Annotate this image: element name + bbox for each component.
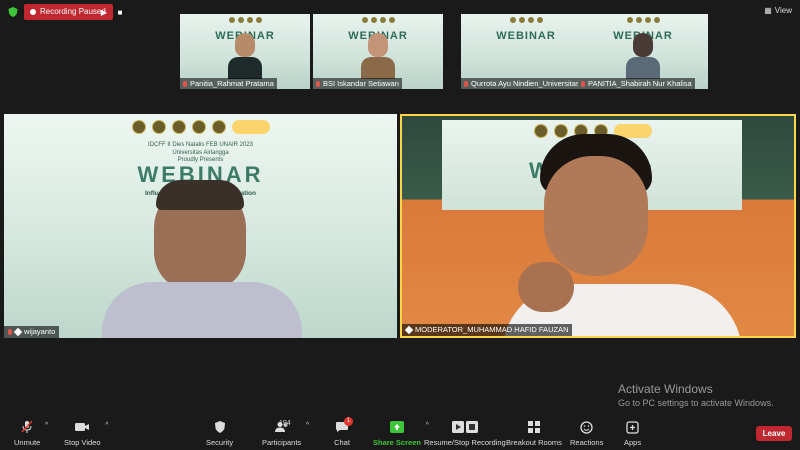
chat-unread-badge: 1 bbox=[344, 417, 353, 426]
breakout-rooms-label: Breakout Rooms bbox=[506, 438, 562, 447]
breakout-rooms-icon bbox=[526, 420, 542, 434]
brand-logo bbox=[232, 120, 270, 134]
stop-recording-icon[interactable]: ■ bbox=[113, 4, 127, 20]
participants-button[interactable]: 194 Participants ^ bbox=[262, 420, 309, 447]
chat-button[interactable]: 1 Chat bbox=[334, 417, 353, 447]
banner-university: Universitas Airlangga bbox=[172, 150, 229, 156]
pin-icon bbox=[13, 327, 23, 337]
participants-count: 194 bbox=[279, 420, 291, 427]
stop-video-label: Stop Video bbox=[64, 438, 101, 447]
meeting-toolbar: Unmute ^ Stop Video ^ Security 194 Parti… bbox=[0, 414, 800, 450]
smiley-icon bbox=[579, 420, 595, 434]
recording-label: Resume/Stop Recording bbox=[424, 438, 506, 447]
muted-mic-icon bbox=[581, 81, 585, 87]
participant-tile[interactable]: WEBINAR Panitia_Rahmat Pratama bbox=[180, 14, 310, 89]
breakout-rooms-button[interactable]: Breakout Rooms bbox=[506, 420, 562, 447]
participant-name: MODERATOR_MUHAMMAD HAFID FAUZAN bbox=[415, 325, 569, 334]
muted-mic-icon bbox=[19, 420, 35, 434]
participant-name: wijayanto bbox=[24, 327, 56, 336]
resume-recording-icon[interactable]: ▶ bbox=[97, 4, 111, 20]
participant-tile[interactable]: WEBINAR BSI Iskandar Setiawan bbox=[313, 14, 443, 89]
apps-label: Apps bbox=[624, 438, 642, 447]
participant-name: Panitia_Rahmat Pratama bbox=[190, 79, 274, 88]
activate-windows-watermark: Activate Windows Go to PC settings to ac… bbox=[618, 382, 774, 408]
banner-pretitle: IDCFF II Dies Natalis FEB UNAIR 2023 bbox=[147, 142, 254, 148]
chevron-up-icon[interactable]: ^ bbox=[105, 422, 108, 429]
security-label: Security bbox=[206, 438, 234, 447]
leave-button[interactable]: Leave bbox=[756, 426, 792, 441]
unmute-label: Unmute bbox=[14, 438, 41, 447]
sponsor-logos bbox=[611, 17, 676, 23]
speaker-video bbox=[84, 174, 304, 338]
apps-icon bbox=[625, 420, 641, 434]
stop-video-button[interactable]: Stop Video ^ bbox=[64, 420, 109, 447]
watermark-subtitle: Go to PC settings to activate Windows. bbox=[618, 398, 774, 408]
muted-mic-icon bbox=[183, 81, 187, 87]
sponsor-logos bbox=[494, 17, 559, 23]
participant-name: Qurrota Ayu Nindien_Universitas... bbox=[471, 79, 586, 88]
reactions-button[interactable]: Reactions bbox=[570, 420, 603, 447]
muted-mic-icon bbox=[316, 81, 320, 87]
chat-label: Chat bbox=[334, 438, 350, 447]
participant-video bbox=[626, 33, 660, 79]
security-shield-icon bbox=[8, 7, 18, 17]
sponsor-logos bbox=[346, 17, 411, 23]
apps-button[interactable]: Apps bbox=[624, 420, 641, 447]
resume-stop-recording-button[interactable]: Resume/Stop Recording bbox=[424, 420, 506, 447]
muted-mic-icon bbox=[464, 81, 468, 87]
security-shield-icon bbox=[212, 420, 228, 434]
chevron-up-icon[interactable]: ^ bbox=[306, 422, 309, 429]
banner-title: WEBINAR bbox=[496, 30, 556, 42]
participant-name: BSI Iskandar Setiawan bbox=[323, 79, 399, 88]
security-button[interactable]: Security bbox=[206, 420, 233, 447]
active-speaker-tile[interactable]: WEBINAR MODERATOR_MUHAMMAD HAFID FAUZAN bbox=[400, 114, 796, 338]
chevron-up-icon[interactable]: ^ bbox=[45, 422, 48, 429]
share-screen-icon bbox=[389, 420, 405, 434]
sponsor-logos bbox=[132, 120, 270, 134]
reactions-label: Reactions bbox=[570, 438, 604, 447]
unmute-button[interactable]: Unmute ^ bbox=[14, 420, 48, 447]
sponsor-logos bbox=[213, 17, 278, 23]
participant-video bbox=[228, 33, 262, 79]
muted-mic-icon bbox=[8, 329, 12, 335]
chat-bubble-icon: 1 bbox=[334, 417, 353, 434]
speaker-tile[interactable]: IDCFF II Dies Natalis FEB UNAIR 2023 Uni… bbox=[4, 114, 397, 338]
view-button[interactable]: ▦ View bbox=[764, 6, 792, 15]
moderator-video bbox=[502, 134, 742, 336]
pin-icon bbox=[404, 325, 414, 335]
participant-tile[interactable]: WEBINAR Qurrota Ayu Nindien_Universitas.… bbox=[461, 14, 591, 89]
participants-label: Participants bbox=[262, 438, 302, 447]
share-screen-label: Share Screen bbox=[373, 438, 421, 447]
grid-view-icon: ▦ bbox=[764, 6, 772, 15]
participant-tile[interactable]: WEBINAR PANITIA_Shabirah Nur Khalisa bbox=[578, 14, 708, 89]
view-label: View bbox=[774, 6, 792, 15]
share-screen-button[interactable]: Share Screen ^ bbox=[373, 420, 429, 447]
video-camera-icon bbox=[74, 420, 90, 434]
participant-video bbox=[361, 33, 395, 79]
watermark-title: Activate Windows bbox=[618, 382, 713, 396]
participant-name: PANITIA_Shabirah Nur Khalisa bbox=[588, 79, 692, 88]
